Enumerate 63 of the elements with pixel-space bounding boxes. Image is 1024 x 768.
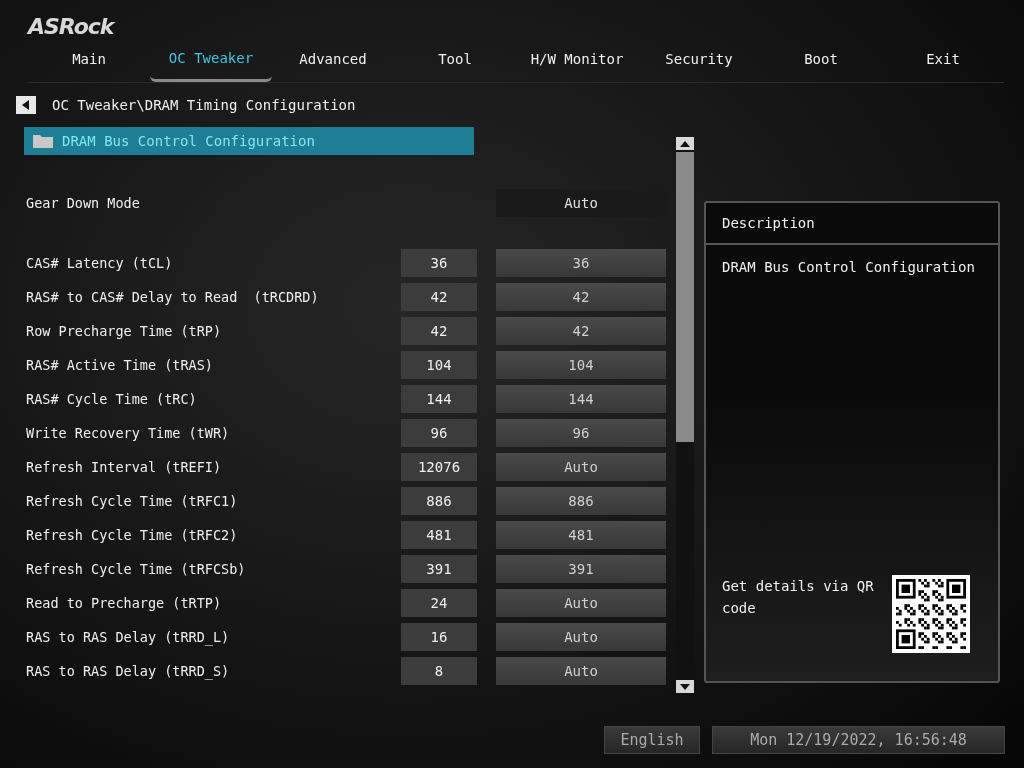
setting-value[interactable]: 42 bbox=[496, 283, 666, 311]
setting-label: RAS to RAS Delay (tRRD_S) bbox=[26, 663, 231, 679]
current-value: 96 bbox=[401, 419, 477, 447]
setting-label: RAS# Active Time (tRAS) bbox=[26, 357, 214, 373]
current-value: 16 bbox=[401, 623, 477, 651]
setting-value[interactable]: 391 bbox=[496, 555, 666, 583]
current-value: 104 bbox=[401, 351, 477, 379]
menu-tab[interactable]: Exit bbox=[882, 40, 1004, 82]
setting-label: Row Precharge Time (tRP) bbox=[26, 323, 223, 339]
qr-hint: Get details via QR code bbox=[722, 577, 875, 618]
logo: ASRock bbox=[28, 14, 114, 40]
setting-label: CAS# Latency (tCL) bbox=[26, 255, 174, 271]
current-value: 144 bbox=[401, 385, 477, 413]
current-value: 36 bbox=[401, 249, 477, 277]
setting-value[interactable]: 36 bbox=[496, 249, 666, 277]
setting-label: RAS# Cycle Time (tRC) bbox=[26, 391, 198, 407]
setting-label: Read to Precharge (tRTP) bbox=[26, 595, 223, 611]
scroll-thumb[interactable] bbox=[676, 152, 694, 442]
current-value: 8 bbox=[401, 657, 477, 685]
current-value: 24 bbox=[401, 589, 477, 617]
current-value: 42 bbox=[401, 283, 477, 311]
scrollbar[interactable] bbox=[676, 137, 694, 693]
description-text: DRAM Bus Control Configuration bbox=[722, 259, 975, 275]
setting-label: Refresh Interval (tREFI) bbox=[26, 459, 223, 475]
setting-label: Gear Down Mode bbox=[26, 195, 141, 211]
left-triangle-icon bbox=[22, 100, 30, 110]
setting-label: Refresh Cycle Time (tRFC1) bbox=[26, 493, 239, 509]
setting-label: Refresh Cycle Time (tRFC2) bbox=[26, 527, 239, 543]
menu-tab[interactable]: Tool bbox=[394, 40, 516, 82]
datetime: Mon 12/19/2022, 16:56:48 bbox=[712, 726, 1005, 754]
setting-value[interactable]: 144 bbox=[496, 385, 666, 413]
menu-tab[interactable]: OC Tweaker bbox=[150, 40, 272, 82]
current-value: 886 bbox=[401, 487, 477, 515]
scroll-down-icon[interactable] bbox=[680, 683, 690, 690]
current-value: 42 bbox=[401, 317, 477, 345]
menu-tab[interactable]: Security bbox=[638, 40, 760, 82]
current-value: 391 bbox=[401, 555, 477, 583]
menu-tab[interactable]: Boot bbox=[760, 40, 882, 82]
language-button[interactable]: English bbox=[604, 726, 700, 754]
setting-label: RAS# to CAS# Delay to Read (tRCDRD) bbox=[26, 289, 320, 305]
setting-label: RAS to RAS Delay (tRRD_L) bbox=[26, 629, 231, 645]
menu-tab[interactable]: Main bbox=[28, 40, 150, 82]
setting-value[interactable]: Auto bbox=[496, 623, 666, 651]
setting-value[interactable]: Auto bbox=[496, 657, 666, 685]
back-button[interactable] bbox=[16, 96, 36, 114]
current-value: 12076 bbox=[401, 453, 477, 481]
setting-value[interactable]: Auto bbox=[496, 453, 666, 481]
setting-label: Refresh Cycle Time (tRFCSb) bbox=[26, 561, 247, 577]
setting-value[interactable]: 96 bbox=[496, 419, 666, 447]
folder-icon bbox=[32, 133, 54, 149]
menu-tab[interactable]: Advanced bbox=[272, 40, 394, 82]
panel-title: Description bbox=[722, 215, 815, 231]
qr-code-icon bbox=[896, 579, 966, 649]
setting-value[interactable]: 886 bbox=[496, 487, 666, 515]
setting-label: Write Recovery Time (tWR) bbox=[26, 425, 231, 441]
menu-tab[interactable]: H/W Monitor bbox=[516, 40, 638, 82]
breadcrumb: OC Tweaker\DRAM Timing Configuration bbox=[52, 97, 356, 113]
current-value: 481 bbox=[401, 521, 477, 549]
setting-value[interactable]: 481 bbox=[496, 521, 666, 549]
setting-value[interactable]: Auto bbox=[496, 589, 666, 617]
scroll-up-icon[interactable] bbox=[680, 140, 690, 147]
setting-value[interactable]: 104 bbox=[496, 351, 666, 379]
setting-value[interactable]: 42 bbox=[496, 317, 666, 345]
